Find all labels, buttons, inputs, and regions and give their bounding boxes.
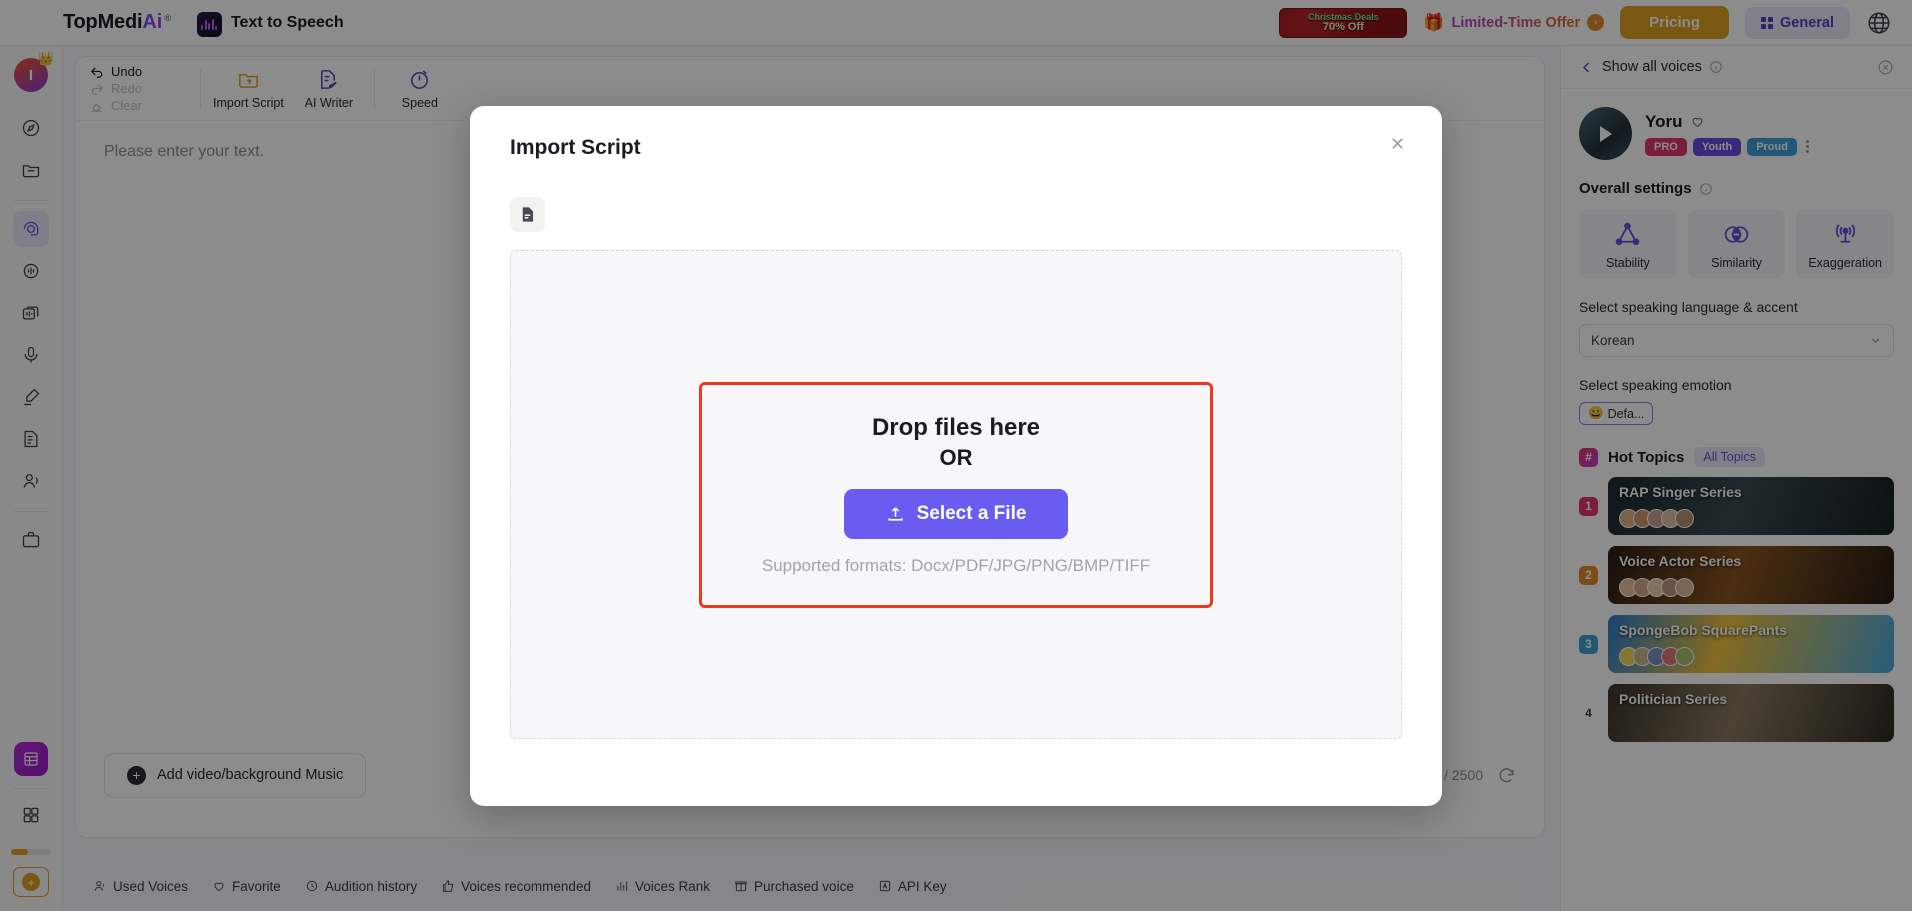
drop-zone-highlight[interactable]: Drop files here OR Select a File Support…	[699, 381, 1213, 608]
select-a-file-label: Select a File	[916, 502, 1027, 524]
document-tab[interactable]	[510, 197, 545, 232]
document-icon	[522, 207, 534, 222]
modal-close-button[interactable]	[1382, 128, 1412, 158]
drop-files-title: Drop files here	[871, 413, 1041, 441]
close-icon	[1391, 137, 1403, 149]
modal-title: Import Script	[510, 136, 641, 159]
upload-icon	[887, 507, 903, 521]
file-drop-panel[interactable]: Drop files here OR Select a File Support…	[510, 250, 1402, 739]
select-a-file-button[interactable]: Select a File	[843, 488, 1069, 539]
or-separator: OR	[939, 444, 973, 470]
supported-formats-text: Supported formats: Docx/PDF/JPG/PNG/BMP/…	[761, 555, 1151, 575]
import-script-modal: Import Script Drop files here OR Select …	[470, 106, 1442, 806]
